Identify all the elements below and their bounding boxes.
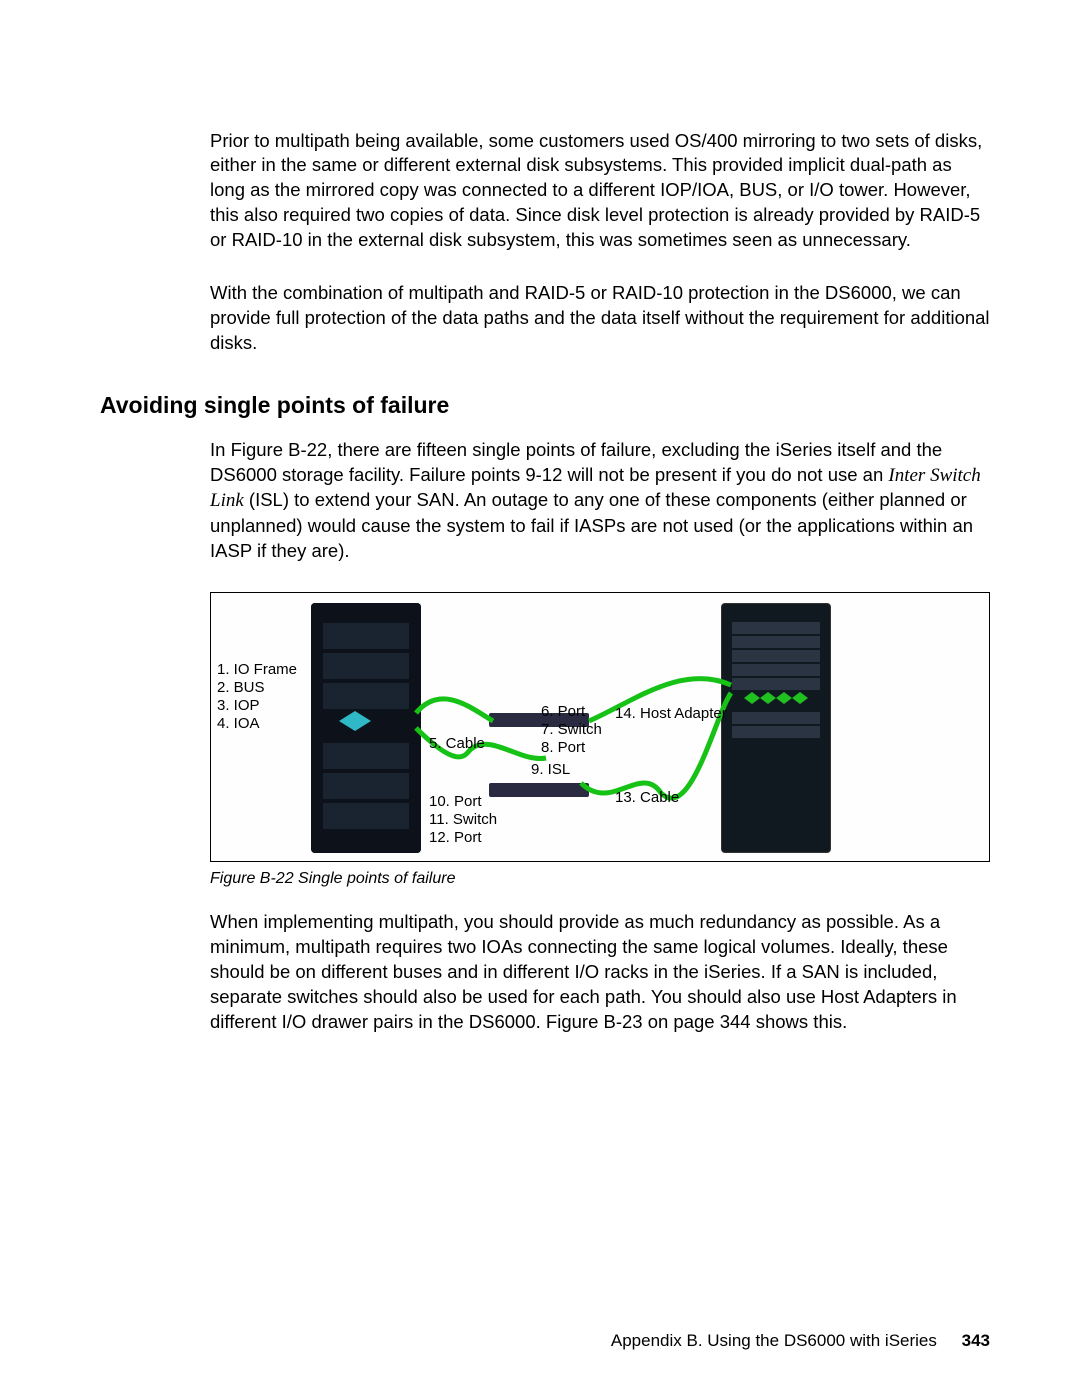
paragraph-2: With the combination of multipath and RA… <box>210 281 990 356</box>
paragraph-3b: (ISL) to extend your SAN. An outage to a… <box>210 489 973 561</box>
page-footer: Appendix B. Using the DS6000 with iSerie… <box>0 1331 1080 1351</box>
label-11: 11. Switch <box>429 811 497 828</box>
paragraph-1: Prior to multipath being available, some… <box>210 129 990 254</box>
footer-text: Appendix B. Using the DS6000 with iSerie… <box>611 1331 937 1350</box>
figure-caption: Figure B-22 Single points of failure <box>210 870 990 888</box>
paragraph-3a: In Figure B-22, there are fifteen single… <box>210 439 942 485</box>
label-12: 12. Port <box>429 829 482 846</box>
label-7: 7. Switch <box>541 721 602 738</box>
label-13: 13. Cable <box>615 789 679 806</box>
label-5: 5. Cable <box>429 735 485 752</box>
label-8: 8. Port <box>541 739 585 756</box>
label-1: 1. IO Frame <box>217 661 297 678</box>
label-2: 2. BUS <box>217 679 265 696</box>
page-number: 343 <box>962 1331 990 1350</box>
figure-b22: 1. IO Frame 2. BUS 3. IOP 4. IOA 5. Cabl… <box>210 592 990 862</box>
label-9: 9. ISL <box>531 761 570 778</box>
paragraph-4: When implementing multipath, you should … <box>210 910 990 1035</box>
page: Prior to multipath being available, some… <box>0 0 1080 1397</box>
section-heading: Avoiding single points of failure <box>100 392 990 419</box>
label-3: 3. IOP <box>217 697 260 714</box>
label-14: 14. Host Adapter <box>615 705 727 722</box>
label-10: 10. Port <box>429 793 482 810</box>
paragraph-3: In Figure B-22, there are fifteen single… <box>210 438 990 564</box>
label-4: 4. IOA <box>217 715 260 732</box>
label-6: 6. Port <box>541 703 585 720</box>
